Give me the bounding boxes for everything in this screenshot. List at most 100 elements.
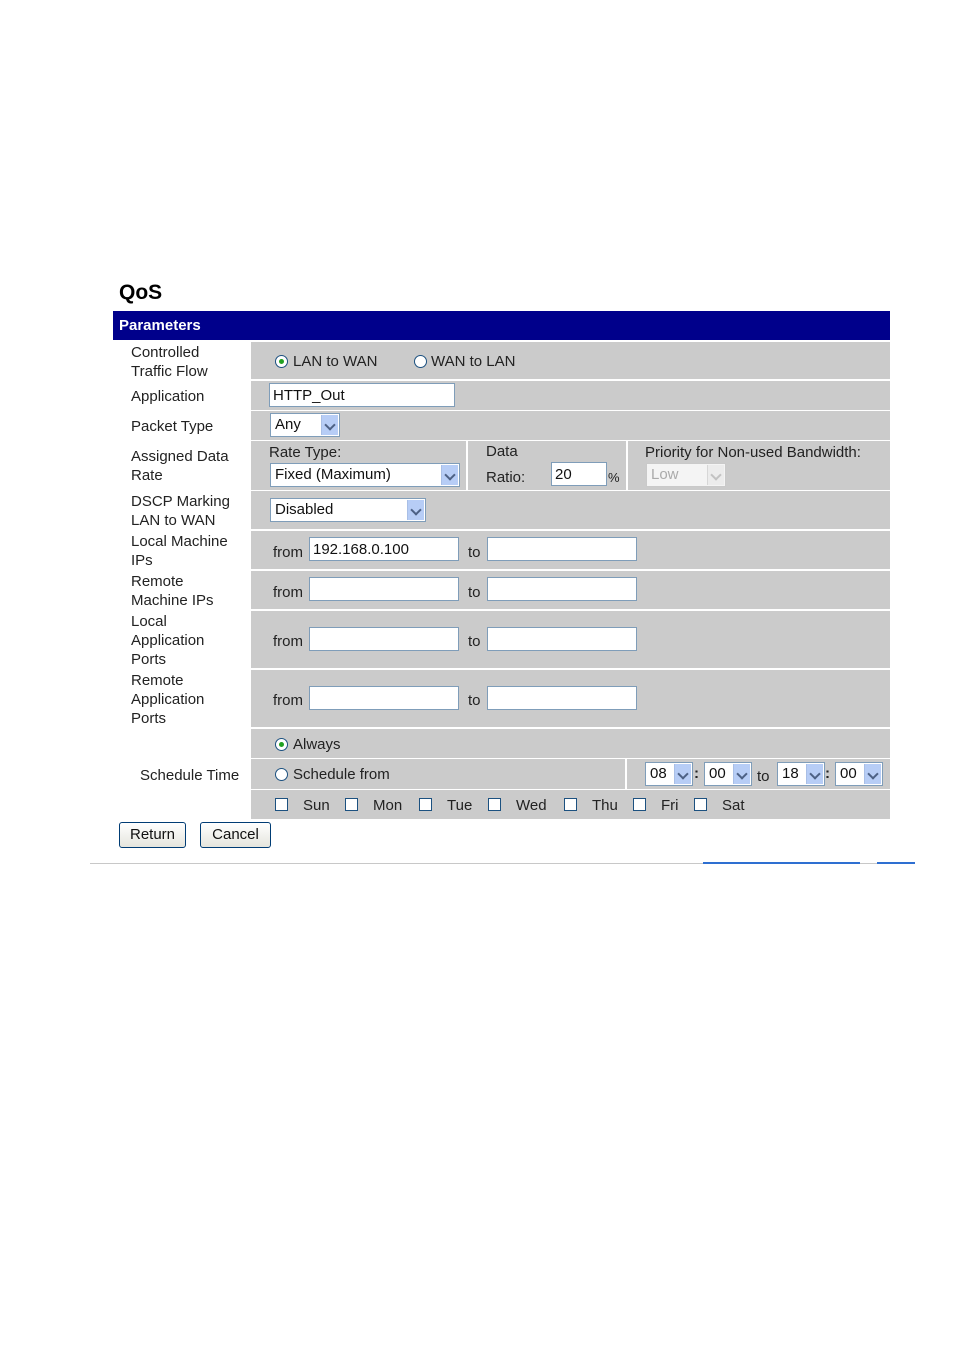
tue-checkbox[interactable]	[419, 798, 432, 811]
chevron-down-icon	[674, 764, 691, 784]
remote-ports-cell: from to	[251, 670, 890, 727]
to-label: to	[468, 584, 481, 601]
schedule-from-label: Schedule from	[293, 766, 390, 783]
to-label: to	[757, 768, 770, 785]
local-ports-label: Local Application Ports	[131, 613, 205, 668]
start-hour-select[interactable]: 08	[645, 762, 693, 786]
day-label-mon: Mon	[373, 797, 403, 814]
data-label: Data	[486, 443, 518, 460]
packet-type-label: Packet Type	[131, 418, 214, 435]
lan-to-wan-radio[interactable]	[275, 355, 288, 368]
dscp-select[interactable]: Disabled	[270, 498, 426, 522]
chevron-down-icon	[733, 764, 750, 784]
end-hour-select[interactable]: 18	[777, 762, 825, 786]
cancel-button[interactable]: Cancel	[200, 822, 271, 848]
ratio-input[interactable]	[551, 462, 607, 486]
from-label: from	[273, 633, 303, 650]
schedule-days-cell: Sun Mon Tue Wed Thu Fri Sat	[251, 790, 890, 819]
rate-type-cell: Rate Type: Fixed (Maximum)	[251, 441, 466, 490]
chevron-down-icon	[407, 500, 424, 520]
chevron-down-icon	[321, 415, 338, 435]
wed-checkbox[interactable]	[488, 798, 501, 811]
packet-type-value: Any	[275, 416, 301, 433]
end-minute-value: 00	[840, 765, 857, 782]
local-ip-to-input[interactable]	[487, 537, 637, 561]
sat-checkbox[interactable]	[694, 798, 707, 811]
footer-accent-line	[703, 862, 860, 864]
end-minute-select[interactable]: 00	[835, 762, 883, 786]
percent-label: %	[608, 470, 620, 485]
schedule-label: Schedule Time	[140, 767, 240, 784]
chevron-down-icon	[806, 764, 823, 784]
colon-label: :	[825, 765, 830, 782]
local-port-to-input[interactable]	[487, 627, 637, 651]
day-label-wed: Wed	[516, 797, 547, 814]
sun-checkbox[interactable]	[275, 798, 288, 811]
packet-type-select[interactable]: Any	[270, 413, 340, 437]
traffic-flow-label: Controlled Traffic Flow	[131, 344, 208, 380]
application-cell	[251, 381, 890, 410]
from-label: from	[273, 544, 303, 561]
application-label: Application	[131, 388, 205, 405]
rate-type-label: Rate Type:	[269, 444, 342, 461]
local-ips-cell: from to	[251, 531, 890, 569]
local-ports-cell: from to	[251, 611, 890, 668]
priority-select[interactable]: Low	[646, 463, 726, 487]
data-ratio-cell: Data Ratio: %	[468, 441, 626, 490]
priority-label: Priority for Non-used Bandwidth:	[645, 444, 861, 461]
packet-type-cell: Any	[251, 411, 890, 440]
schedule-times-cell: 08 : 00 to 18 : 00	[627, 759, 890, 789]
section-header: Parameters	[113, 311, 890, 340]
schedule-from-cell: Schedule from	[251, 759, 625, 789]
day-label-sun: Sun	[303, 797, 330, 814]
day-label-fri: Fri	[661, 797, 679, 814]
data-rate-label: Assigned Data Rate	[131, 448, 229, 484]
rate-type-select[interactable]: Fixed (Maximum)	[270, 463, 460, 487]
chevron-down-icon	[441, 465, 458, 485]
from-label: from	[273, 692, 303, 709]
start-minute-value: 00	[709, 765, 726, 782]
thu-checkbox[interactable]	[564, 798, 577, 811]
always-radio[interactable]	[275, 738, 288, 751]
ratio-label: Ratio:	[486, 469, 526, 486]
always-label: Always	[293, 736, 341, 753]
mon-checkbox[interactable]	[345, 798, 358, 811]
day-label-sat: Sat	[722, 797, 745, 814]
dscp-label: DSCP Marking LAN to WAN	[131, 493, 230, 529]
local-port-from-input[interactable]	[309, 627, 459, 651]
local-ips-label: Local Machine IPs	[131, 533, 228, 569]
dscp-cell: Disabled	[251, 491, 890, 529]
remote-ports-label: Remote Application Ports	[131, 672, 205, 727]
rate-type-value: Fixed (Maximum)	[275, 466, 391, 483]
end-hour-value: 18	[782, 765, 799, 782]
schedule-always-cell: Always	[251, 729, 890, 758]
footer-accent-line	[877, 862, 915, 864]
priority-cell: Priority for Non-used Bandwidth: Low	[628, 441, 890, 490]
wan-to-lan-radio[interactable]	[414, 355, 427, 368]
chevron-down-icon	[707, 465, 724, 485]
remote-ip-from-input[interactable]	[309, 577, 459, 601]
schedule-from-radio[interactable]	[275, 768, 288, 781]
application-input[interactable]	[269, 383, 455, 407]
traffic-flow-cell: LAN to WAN WAN to LAN	[251, 342, 890, 379]
to-label: to	[468, 633, 481, 650]
to-label: to	[468, 692, 481, 709]
start-hour-value: 08	[650, 765, 667, 782]
page-title: QoS	[119, 281, 163, 304]
chevron-down-icon	[864, 764, 881, 784]
fri-checkbox[interactable]	[633, 798, 646, 811]
remote-ip-to-input[interactable]	[487, 577, 637, 601]
remote-port-from-input[interactable]	[309, 686, 459, 710]
day-label-thu: Thu	[592, 797, 618, 814]
day-label-tue: Tue	[447, 797, 473, 814]
local-ip-from-input[interactable]	[309, 537, 459, 561]
dscp-value: Disabled	[275, 501, 334, 518]
from-label: from	[273, 584, 303, 601]
colon-label: :	[694, 765, 699, 782]
remote-ips-label: Remote Machine IPs	[131, 573, 214, 609]
priority-value: Low	[651, 466, 679, 483]
return-button[interactable]: Return	[119, 822, 186, 848]
to-label: to	[468, 544, 481, 561]
start-minute-select[interactable]: 00	[704, 762, 752, 786]
remote-port-to-input[interactable]	[487, 686, 637, 710]
